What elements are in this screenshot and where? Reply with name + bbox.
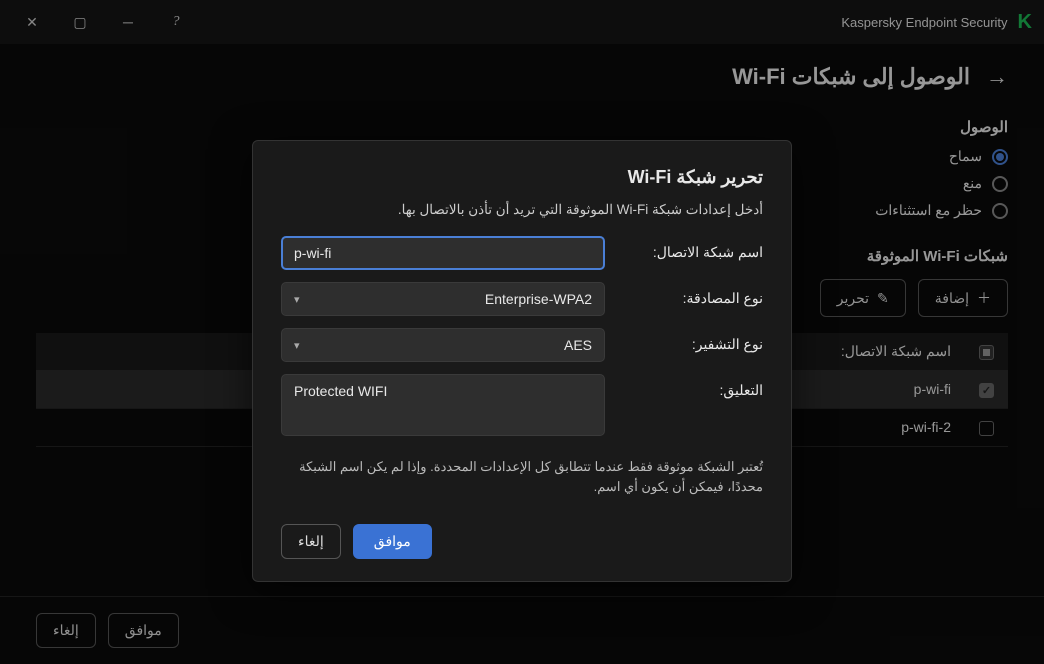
field-label-name: اسم شبكة الاتصال: <box>623 236 763 261</box>
auth-type-select[interactable]: ▾ Enterprise-WPA2 <box>281 282 605 316</box>
field-label-encryption: نوع التشفير: <box>623 328 763 353</box>
modal-description: أدخل إعدادات شبكة Wi-Fi الموثوقة التي تر… <box>281 202 763 218</box>
edit-wifi-modal: تحرير شبكة Wi-Fi أدخل إعدادات شبكة Wi-Fi… <box>252 140 792 582</box>
field-label-auth: نوع المصادقة: <box>623 282 763 307</box>
modal-overlay: تحرير شبكة Wi-Fi أدخل إعدادات شبكة Wi-Fi… <box>0 0 1044 664</box>
modal-note: تُعتبر الشبكة موثوقة فقط عندما تتطابق كل… <box>281 457 763 496</box>
modal-ok-button[interactable]: موافق <box>353 524 432 559</box>
network-name-input[interactable] <box>281 236 605 270</box>
modal-cancel-button[interactable]: إلغاء <box>281 524 341 559</box>
encryption-type-select[interactable]: ▾ AES <box>281 328 605 362</box>
select-value: AES <box>300 337 592 353</box>
comment-textarea[interactable] <box>281 374 605 436</box>
field-label-comment: التعليق: <box>623 374 763 399</box>
modal-title: تحرير شبكة Wi-Fi <box>281 167 763 188</box>
select-value: Enterprise-WPA2 <box>300 291 592 307</box>
